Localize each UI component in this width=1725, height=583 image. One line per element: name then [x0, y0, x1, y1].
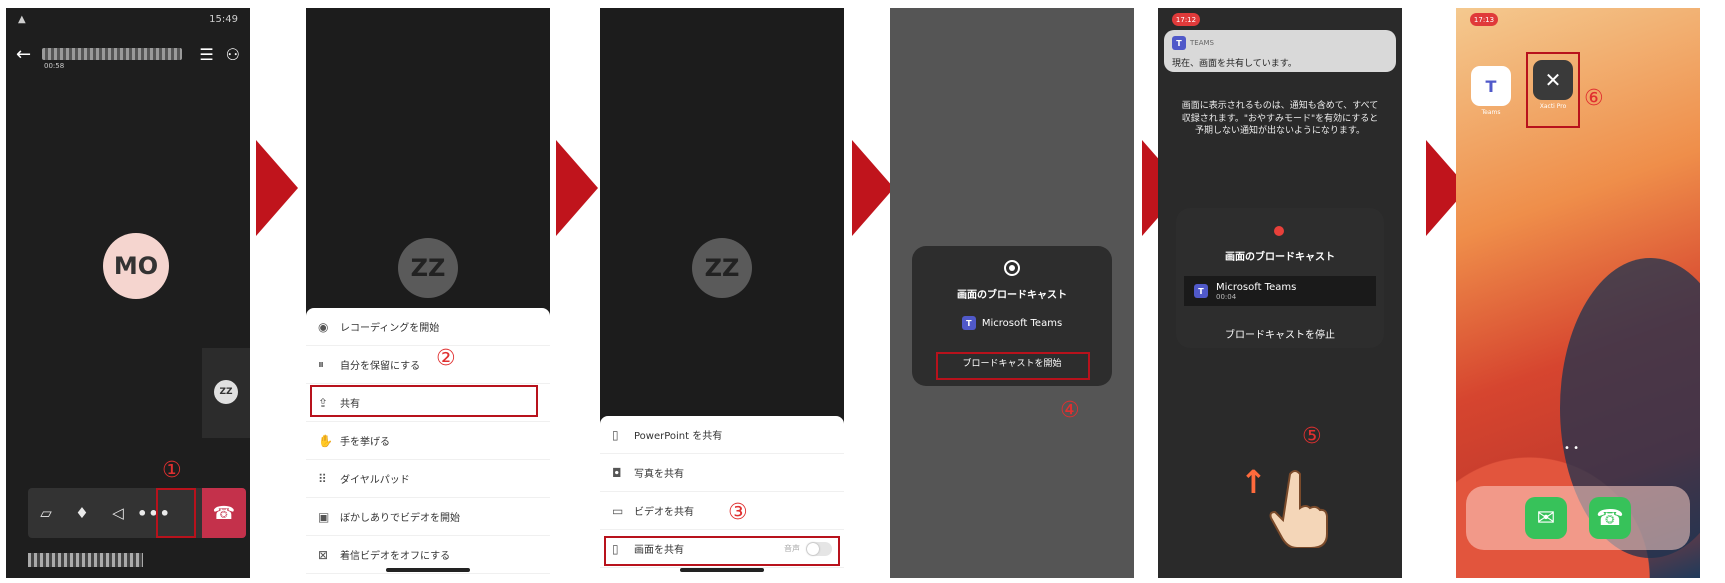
status-time: 15:49: [209, 13, 238, 25]
screen-broadcast-picker: 画面のブロードキャスト T Microsoft Teams ブロードキャストを開…: [890, 8, 1134, 578]
caller-name-blurred: [42, 48, 182, 60]
swipe-hand-icon: [1269, 470, 1328, 548]
phone-icon[interactable]: ☎: [1589, 497, 1631, 539]
record-icon: ◉: [318, 319, 329, 334]
screen-share-menu: ZZ ▯ PowerPoint を共有 ◘ 写真を共有 ▭ ビデオを共有 ▯ 画面を共…: [600, 8, 844, 578]
speaker-icon[interactable]: ◁: [100, 488, 136, 538]
call-background: [600, 8, 844, 428]
broadcast-elapsed: 00:04: [1216, 292, 1237, 301]
notification-message: 現在、画面を共有しています。: [1172, 59, 1297, 69]
call-controls: ▱ ♦ ◁ ••• ☎: [28, 488, 246, 538]
step-marker-6: ⑥: [1584, 86, 1604, 111]
menu-item-share-powerpoint[interactable]: ▯ PowerPoint を共有: [600, 416, 844, 454]
teams-app-icon: T: [1471, 66, 1511, 106]
next-arrow-1: [256, 140, 298, 236]
step-marker-3: ③: [728, 500, 748, 525]
chat-icon[interactable]: ☰: [199, 45, 213, 64]
menu-item-label: 写真を共有: [634, 469, 684, 480]
add-participant-icon[interactable]: ⚇: [226, 45, 240, 64]
menu-item-share-video[interactable]: ▭ ビデオを共有: [600, 492, 844, 530]
broadcast-title: 画面のブロードキャスト: [957, 290, 1067, 301]
video-icon: ▭: [612, 503, 624, 518]
dialpad-icon: ⠿: [318, 471, 327, 486]
broadcast-description: 画面に表示されるものは、通知も含めて、すべて収録されます。"おやすみモード"を有…: [1181, 101, 1379, 137]
caption-blurred: [28, 553, 143, 567]
broadcast-app-name: Microsoft Teams: [981, 317, 1063, 329]
self-avatar: ZZ: [214, 380, 238, 404]
menu-item-blur-video[interactable]: ▣ ぼかしありでビデオを開始: [306, 498, 550, 536]
menu-item-recording[interactable]: ◉ レコーディングを開始: [306, 308, 550, 346]
broadcast-app-row[interactable]: T Microsoft Teams 00:04: [1184, 276, 1376, 306]
highlight-share-screen-item: [604, 536, 840, 566]
app-teams[interactable]: T Teams: [1468, 66, 1514, 116]
menu-item-label: ぼかしありでビデオを開始: [340, 513, 460, 524]
teams-icon: T: [961, 316, 976, 330]
recording-dot-icon: [1274, 226, 1284, 236]
highlight-more-button: [156, 488, 196, 538]
participant-avatar: ZZ: [692, 238, 752, 298]
teams-icon: T: [1194, 284, 1208, 298]
menu-item-label: レコーディングを開始: [340, 323, 440, 334]
record-icon: [1004, 260, 1020, 276]
status-bar: ▲ 15:49: [6, 8, 250, 30]
screen-home: 17:13 T Teams ✕ Xacti Pro ⑥ • • ✉ ☎: [1456, 8, 1700, 578]
dock: ✉ ☎: [1466, 486, 1690, 550]
broadcast-title: 画面のブロードキャスト: [1225, 252, 1335, 263]
call-duration: 00:58: [44, 62, 65, 70]
home-indicator: [386, 568, 470, 572]
participant-avatar: ZZ: [398, 238, 458, 298]
video-off-icon: ⊠: [318, 547, 329, 562]
screen-broadcasting: 17:12 T TEAMS 現在、画面を共有しています。 画面に表示されるものは、…: [1158, 8, 1402, 578]
step-marker-4: ④: [1060, 398, 1080, 423]
sharing-notification[interactable]: T TEAMS 現在、画面を共有しています。: [1164, 30, 1396, 72]
home-indicator: [680, 568, 764, 572]
menu-item-hold[interactable]: ⏸ 自分を保留にする: [306, 346, 550, 384]
highlight-xacti-app: [1526, 52, 1580, 128]
step-marker-1: ①: [162, 458, 182, 483]
camera-icon: ◘: [612, 465, 622, 480]
back-arrow-icon[interactable]: ←: [16, 44, 42, 65]
signal-icon: ▲: [18, 13, 26, 25]
blur-icon: ▣: [318, 509, 330, 524]
menu-item-label: 手を挙げる: [340, 437, 390, 448]
messages-icon[interactable]: ✉: [1525, 497, 1567, 539]
menu-item-label: ダイヤルパッド: [340, 475, 410, 486]
pause-icon: ⏸: [318, 357, 325, 371]
menu-item-dialpad[interactable]: ⠿ ダイヤルパッド: [306, 460, 550, 498]
page-dots: • •: [1564, 443, 1579, 454]
hand-icon: ✋: [318, 433, 333, 448]
next-arrow-3: [852, 140, 894, 236]
hang-up-button[interactable]: ☎: [202, 488, 246, 538]
broadcast-app-option[interactable]: T Microsoft Teams: [912, 316, 1112, 330]
teams-icon: T: [1172, 36, 1186, 50]
status-time: 17:13: [1470, 13, 1498, 26]
screen-more-menu: ZZ ◉ レコーディングを開始 ⏸ 自分を保留にする ⇪ 共有 ✋ 手を挙げる ⠿ ダイヤ…: [306, 8, 550, 578]
menu-item-raise-hand[interactable]: ✋ 手を挙げる: [306, 422, 550, 460]
menu-item-share-photo[interactable]: ◘ 写真を共有: [600, 454, 844, 492]
microphone-icon[interactable]: ♦: [64, 488, 100, 538]
step-marker-5: ⑤: [1302, 424, 1322, 449]
next-arrow-2: [556, 140, 598, 236]
status-time: 17:12: [1172, 13, 1200, 26]
highlight-start-broadcast: [936, 352, 1090, 380]
participant-avatar: MO: [103, 233, 169, 299]
highlight-share-item: [310, 385, 538, 417]
stop-broadcast-button[interactable]: ブロードキャストを停止: [1158, 326, 1402, 341]
notification-app: TEAMS: [1190, 39, 1214, 47]
broadcast-app-name: Microsoft Teams: [1216, 281, 1297, 293]
menu-item-label: 自分を保留にする: [340, 361, 421, 372]
menu-item-label: ビデオを共有: [634, 507, 694, 518]
menu-item-label: PowerPoint を共有: [634, 431, 723, 442]
document-icon: ▯: [612, 427, 619, 442]
screen-call: ▲ 15:49 ← ☰ ⚇ 00:58 MO ZZ ▱ ♦ ◁ ••• ☎ ①: [6, 8, 250, 578]
more-menu-sheet: ◉ レコーディングを開始 ⏸ 自分を保留にする ⇪ 共有 ✋ 手を挙げる ⠿ ダイヤルパッ…: [306, 308, 550, 578]
swipe-up-arrow-icon: ↑: [1240, 463, 1267, 501]
app-label: Teams: [1481, 109, 1501, 116]
camera-off-icon[interactable]: ▱: [28, 488, 64, 538]
step-marker-2: ②: [436, 346, 456, 371]
menu-item-label: 着信ビデオをオフにする: [340, 551, 451, 562]
call-header: ← ☰ ⚇: [6, 34, 250, 74]
